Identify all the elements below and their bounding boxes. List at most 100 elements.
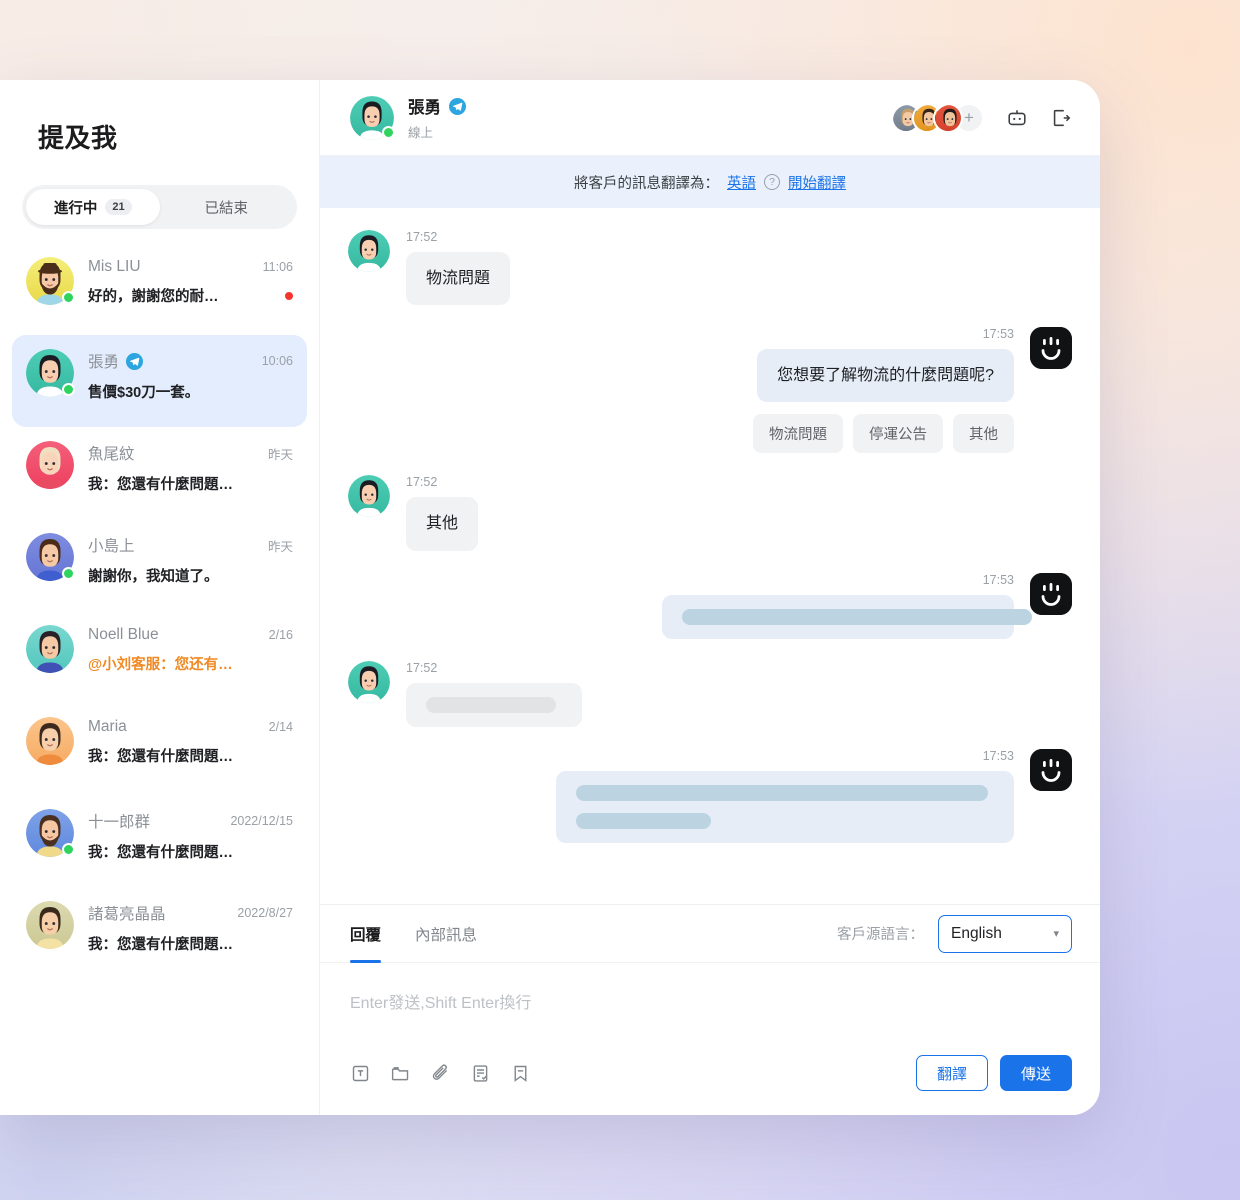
skeleton-bar [426,696,556,713]
contact-name: 張勇 [408,99,441,117]
translation-language-link[interactable]: 英語 [727,172,756,193]
conversation-list[interactable]: Mis LIU 11:06 好的，謝謝您的耐… 張勇 10:06 售價$30刀一套。 [0,243,319,1115]
status-tab-label: 已結束 [204,200,249,217]
avatar [26,257,75,305]
message-preview: @小刘客服：您还有… [88,653,293,674]
list-item[interactable]: Mis LIU 11:06 好的，謝謝您的耐… [12,243,307,335]
online-indicator [62,291,75,304]
list-item-content: Maria 2/14 我：您還有什麼問題… [88,717,293,766]
message-list: 17:52 物流問題 17:53 您想要了解物流的什麼問題呢? 物流問題 停運公告 其他 1… [320,208,1100,904]
online-indicator [382,125,395,139]
message-preview-text: 謝謝你，我知道了。 [88,569,219,585]
source-language-select[interactable]: English ▾ [938,914,1072,953]
message-body: 17:52 其他 [406,475,479,551]
knowledge-icon[interactable] [470,1056,510,1090]
message-timestamp: 17:53 [982,327,1014,342]
message-preview: 我：您還有什麼問題… [88,933,293,954]
message-text: 您想要了解物流的什麼問題呢? [757,349,1014,403]
timestamp: 10:06 [261,354,293,368]
folder-icon[interactable] [390,1056,430,1090]
quick-reply-chip[interactable]: 物流問題 [753,414,843,454]
timestamp: 11:06 [262,260,293,274]
list-item-content: 諸葛亮晶晶 2022/8/27 我：您還有什麼問題… [88,901,293,954]
message-text: 物流問題 [406,252,511,306]
online-indicator [62,383,75,396]
quick-reply-chip[interactable]: 停運公告 [853,414,943,454]
bot-icon[interactable] [1006,107,1028,129]
composer-toolbar: 翻譯 傳送 [320,1049,1100,1115]
start-translation-link[interactable]: 開始翻譯 [788,172,846,193]
contact-name: 諸葛亮晶晶 [88,906,166,923]
status-tab-count: 21 [105,199,132,215]
contact-avatar [350,95,395,140]
message-avatar [348,230,390,272]
message-timestamp: 17:52 [406,475,438,490]
timestamp: 2/16 [268,628,293,642]
contact-name: Maria [88,718,127,735]
list-item-content: Mis LIU 11:06 好的，謝謝您的耐… [88,257,293,306]
incoming-message: 17:52 其他 [348,475,1072,551]
timestamp: 2022/8/27 [237,906,293,920]
help-icon[interactable]: ? [764,174,780,190]
translate-button[interactable]: 翻譯 [915,1055,988,1091]
avatar [26,441,74,489]
online-indicator [62,843,75,856]
message-preview: 我：您還有什麼問題… [88,473,293,494]
message-body: 17:53 [662,573,1032,639]
composer-tab-reply[interactable]: 回覆 [350,905,382,963]
list-item[interactable]: 小島上 昨天 謝謝你，我知道了。 [12,519,307,611]
contact-name: Mis LIU [88,258,141,275]
list-item[interactable]: 張勇 10:06 售價$30刀一套。 [12,335,307,427]
message-input[interactable]: Enter發送,Shift Enter換行 [320,963,1100,1049]
skeleton-bar [682,608,1032,625]
skeleton-bar [576,812,711,829]
list-item[interactable]: 十一郎群 2022/12/15 我：您還有什麼問題… [12,795,307,887]
avatar [26,533,75,581]
bot-avatar [1030,748,1072,791]
header-actions: + [891,102,1072,133]
timestamp: 2/14 [268,720,293,734]
list-item[interactable]: Maria 2/14 我：您還有什麼問題… [12,703,307,795]
translation-banner: 將客戶的訊息翻譯為： 英語 ? 開始翻譯 [320,156,1100,208]
app-window: 提及我 進行中 21 已結束 Mis LIU 11:06 好的，謝謝您的耐… 張… [0,80,1100,1115]
chat-header: 張勇 線上 + [320,80,1100,156]
message-body: 17:52 [406,661,582,727]
status-tab-active[interactable]: 進行中 21 [26,189,160,225]
list-item-content: Noell Blue 2/16 @小刘客服：您还有… [88,625,293,674]
participant-avatar[interactable] [933,102,963,133]
status-tab-closed[interactable]: 已結束 [160,189,294,225]
avatar [26,349,75,397]
message-skeleton [556,770,1014,843]
source-language-label: 客戶源語言： [837,927,924,943]
contact-status: 線上 [408,126,434,140]
list-item-content: 十一郎群 2022/12/15 我：您還有什麼問題… [88,809,293,862]
list-item[interactable]: 魚尾紋 昨天 我：您還有什麼問題… [12,427,307,519]
message-body: 17:53 [556,749,1014,843]
bookmark-icon[interactable] [510,1056,550,1090]
message-preview: 好的，謝謝您的耐… [88,285,293,306]
source-language-value: English [951,924,1002,942]
message-avatar [348,660,390,703]
composer: 回覆 內部訊息 客戶源語言： English ▾ Enter發送,Shift En… [320,904,1100,1115]
list-item[interactable]: Noell Blue 2/16 @小刘客服：您还有… [12,611,307,703]
message-preview: 我：您還有什麼問題… [88,745,293,766]
composer-tab-internal-note[interactable]: 內部訊息 [415,905,477,963]
avatar [26,717,74,765]
participant-avatars[interactable]: + [891,102,984,133]
message-preview-text: 我：您還有什麼問題… [88,749,233,765]
timestamp: 昨天 [267,447,293,462]
outgoing-message: 17:53 您想要了解物流的什麼問題呢? 物流問題 停運公告 其他 [348,327,1072,454]
send-button[interactable]: 傳送 [999,1055,1072,1091]
message-preview-text: @小刘客服：您还有… [88,657,233,673]
list-item[interactable]: 諸葛亮晶晶 2022/8/27 我：您還有什麼問題… [12,887,307,979]
logout-icon[interactable] [1050,107,1072,129]
list-item-content: 小島上 昨天 謝謝你，我知道了。 [88,533,293,586]
message-preview-text: 好的，謝謝您的耐… [88,289,219,305]
paperclip-icon[interactable] [430,1056,470,1090]
status-filter-tabs: 進行中 21 已結束 [22,185,297,229]
outgoing-message: 17:53 [348,748,1072,843]
contact-name: Noell Blue [88,626,159,643]
text-format-icon[interactable] [350,1056,390,1090]
contact-name: 小島上 [88,538,135,555]
quick-reply-chip[interactable]: 其他 [953,414,1014,454]
